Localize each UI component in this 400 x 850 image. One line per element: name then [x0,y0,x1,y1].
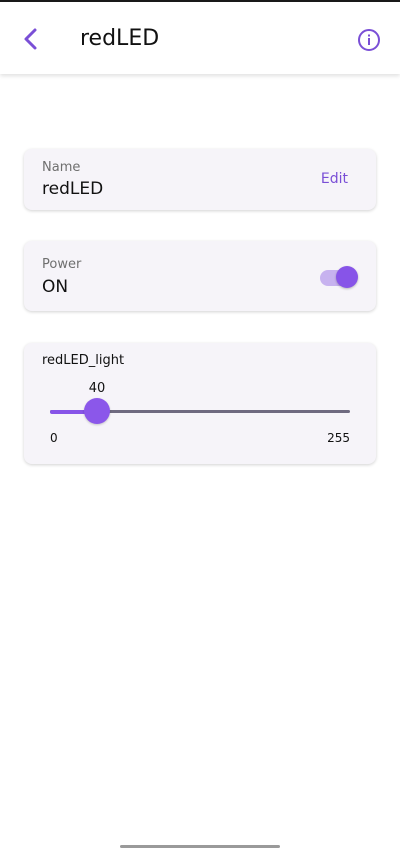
info-button[interactable] [356,27,382,53]
app-bar: redLED [0,2,400,74]
slider-card: redLED_light 40 0 255 [24,343,376,464]
slider-min-label: 0 [50,431,58,445]
slider-thumb[interactable] [84,398,110,424]
back-button[interactable] [16,24,46,54]
name-card: Name redLED Edit [24,149,376,210]
home-indicator[interactable] [120,845,280,848]
slider-title: redLED_light [42,353,125,368]
name-value: redLED [42,179,104,199]
slider-value-label: 40 [88,381,106,396]
power-card: Power ON [24,241,376,311]
name-label: Name [42,160,81,175]
brightness-slider[interactable] [50,398,350,424]
power-label: Power [42,257,82,272]
toggle-thumb [336,266,358,288]
slider-max-label: 255 [327,431,350,445]
power-toggle[interactable] [320,266,358,290]
edit-button[interactable]: Edit [321,171,348,187]
page-title: redLED [80,26,160,51]
power-value: ON [42,277,69,297]
back-arrow-icon [24,28,37,50]
info-icon [358,29,380,51]
screen: redLED Name redLED Edit Power ON redLED_… [0,0,400,850]
